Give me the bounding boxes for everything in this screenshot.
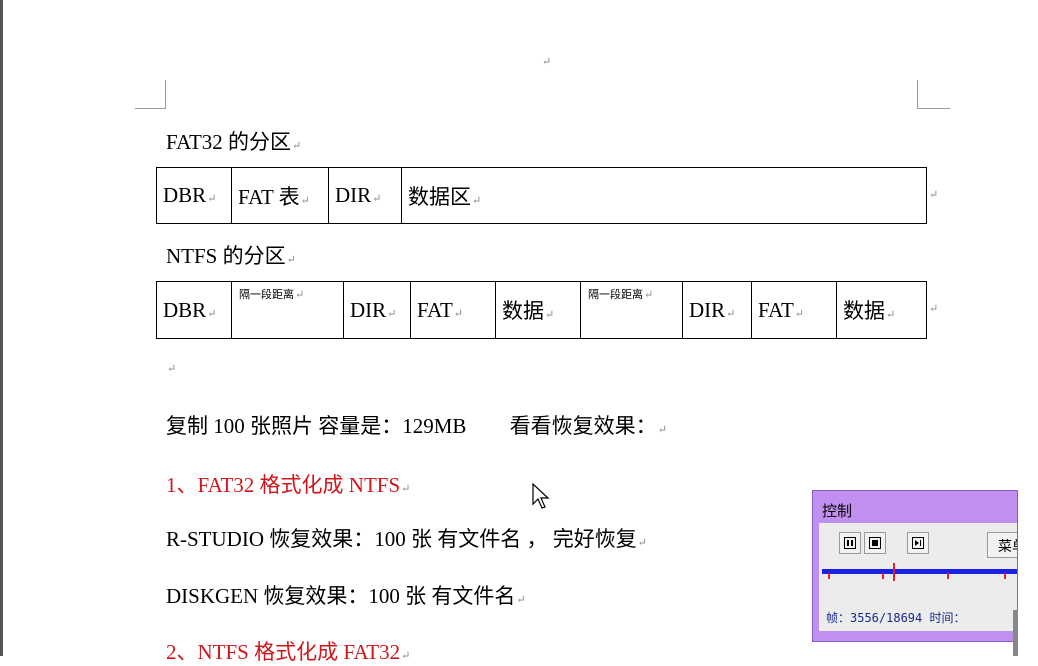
- timeline-track[interactable]: [822, 569, 1017, 574]
- table-cell: DIR↵: [328, 167, 402, 224]
- page-corner-mark-right: [917, 80, 950, 109]
- table-cell: 隔一段距离↵: [231, 281, 344, 339]
- pause-button[interactable]: [839, 532, 861, 554]
- step2-text: 2、NTFS 格式化成 FAT32: [166, 640, 401, 664]
- menu-button[interactable]: 菜单: [987, 532, 1017, 558]
- timeline-tick: [882, 573, 884, 579]
- fat32-partition-table: DBR↵ FAT 表↵ DIR↵ 数据区↵: [156, 167, 927, 224]
- ntfs-heading-text: NTFS 的分区: [166, 244, 286, 268]
- check-effect-text: 看看恢复效果：: [509, 414, 657, 438]
- table-row: DBR↵ FAT 表↵ DIR↵ 数据区↵: [156, 167, 927, 224]
- diskgen-result-line: DISKGEN 恢复效果：100 张 有文件名↵: [166, 584, 526, 608]
- table-cell: FAT↵: [410, 281, 496, 339]
- ntfs-partition-table: DBR↵ 隔一段距离↵ DIR↵ FAT↵ 数据↵ 隔一段距离↵ DIR↵ FA…: [156, 281, 927, 339]
- rstudio-result-line: R-STUDIO 恢复效果：100 张 有文件名 ， 完好恢复↵: [166, 527, 647, 551]
- paragraph-mark: ↵: [542, 56, 552, 68]
- paragraph-mark: ↵: [292, 140, 302, 152]
- table-cell: 数据↵: [836, 281, 927, 339]
- timeline-tick: [828, 573, 830, 579]
- diskgen-result-text: DISKGEN 恢复效果：100 张 有文件名: [166, 584, 516, 608]
- stop-icon: [869, 537, 881, 549]
- step1-text: 1、FAT32 格式化成 NTFS: [166, 473, 401, 497]
- playback-control-panel[interactable]: 控制 菜单 帧：3556/18694 时间：: [812, 490, 1018, 642]
- timeline-thumb[interactable]: [893, 563, 895, 581]
- fat32-heading: FAT32 的分区↵: [166, 126, 301, 156]
- stop-button[interactable]: [864, 532, 886, 554]
- fat32-heading-text: FAT32 的分区: [166, 130, 292, 154]
- copy-summary-line: 复制 100 张照片 容量是：129MB 看看恢复效果：↵: [166, 414, 667, 438]
- table-cell: DIR↵: [682, 281, 752, 339]
- copy-summary-text: 复制 100 张照片 容量是：129MB: [166, 414, 467, 438]
- table-cell: 隔一段距离↵: [580, 281, 683, 339]
- ntfs-heading: NTFS 的分区↵: [166, 240, 296, 270]
- mouse-cursor-icon: [532, 483, 550, 509]
- pause-icon: [844, 537, 856, 549]
- table-cell: 数据↵: [495, 281, 581, 339]
- table-cell: DBR↵: [156, 281, 232, 339]
- step2-heading: 2、NTFS 格式化成 FAT32↵: [166, 640, 411, 664]
- row-end-mark: ↵: [929, 303, 939, 315]
- panel-title: 控制: [822, 502, 853, 520]
- panel-edge: [1013, 610, 1018, 656]
- rstudio-result-text: R-STUDIO 恢复效果：100 张 有文件名 ， 完好恢复: [166, 527, 637, 551]
- table-cell: 数据区↵: [401, 167, 927, 224]
- frame-time-status: 帧：3556/18694 时间：: [826, 611, 966, 625]
- table-cell: FAT 表↵: [231, 167, 329, 224]
- empty-paragraph-mark: ↵: [167, 363, 177, 375]
- timeline-tick: [1004, 573, 1006, 579]
- table-row: DBR↵ 隔一段距离↵ DIR↵ FAT↵ 数据↵ 隔一段距离↵ DIR↵ FA…: [156, 281, 927, 339]
- table-cell: FAT↵: [751, 281, 837, 339]
- step1-heading: 1、FAT32 格式化成 NTFS↵: [166, 473, 411, 497]
- paragraph-mark: ↵: [286, 254, 296, 266]
- step-forward-icon: [912, 537, 924, 549]
- table-cell: DIR↵: [343, 281, 411, 339]
- table-cell: DBR↵: [156, 167, 232, 224]
- window-left-border: [0, 0, 3, 656]
- row-end-mark: ↵: [929, 189, 939, 201]
- step-forward-button[interactable]: [907, 532, 929, 554]
- timeline-tick: [947, 573, 949, 579]
- page-corner-mark-left: [135, 80, 166, 109]
